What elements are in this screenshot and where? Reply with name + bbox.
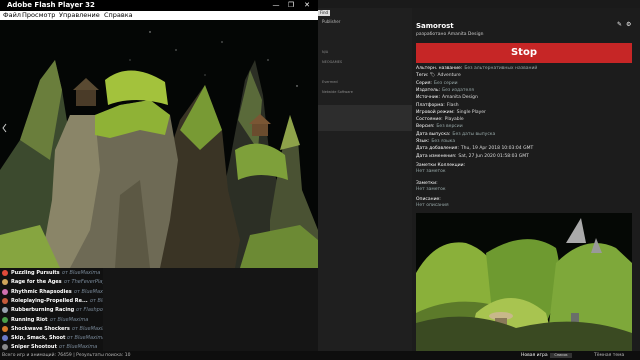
metadata-key: Дата выпуска: [416,131,451,137]
maximize-button[interactable]: ❐ [285,0,297,11]
filter-item-evermed[interactable]: Evermed [322,80,338,84]
metadata-key: Источник: [416,95,440,101]
flash-player-window: Adobe Flash Player 32 — ❐ ✕ Файл Просмот… [0,0,318,268]
game-screenshot-thumbnail[interactable] [416,213,632,351]
metadata-value: Без даты выпуска [452,131,496,137]
filter-heading: Publisher [322,19,341,24]
filter-item-na[interactable]: N/A [322,50,328,54]
metadata-row: Источник: Amanita Design [416,95,478,100]
filter-item-netwide[interactable]: Netwide Software [322,90,353,94]
metadata-row: Дата добавления: Thu, 19 Apr 2018 10:03:0… [416,146,533,151]
details-actions: ✎ ⚙ [617,21,631,28]
game-title: Samorost [416,22,454,30]
flash-window-title: Adobe Flash Player 32 [7,1,95,9]
metadata-key: Платформа: [416,102,445,108]
metadata-row: Издатель: Без издателя [416,88,474,93]
view-mode-select[interactable]: Список [550,353,572,358]
status-bar: Всего игр и анимаций: 76459 | Результаты… [0,351,640,360]
metadata-key: Игровой режим: [416,109,455,115]
game-icon [2,316,8,323]
menu-view[interactable]: Просмотр [22,11,55,20]
game-icon [2,344,8,351]
metadata-row: Состояние: Playable [416,117,464,122]
description-label: Описание: [416,197,441,202]
description-value: Нет описания [416,203,449,208]
tag-value[interactable]: Adventure [437,73,460,78]
game-icon [2,297,8,304]
notes-value: Нет заметок [416,187,446,192]
settings-icon[interactable]: ⚙ [626,21,631,28]
game-list-author: от BlueMaxima [59,344,98,351]
close-button[interactable]: ✕ [301,0,313,11]
game-list-item[interactable]: Sniper Shootout от BlueMaxima [0,342,103,351]
metadata-row: Язык: Без языка [416,139,455,144]
metadata-value: Single Player [456,109,486,115]
collection-notes-value: Нет заметок [416,169,446,174]
filter-item-neogames[interactable]: NEOGAMES [322,60,342,64]
metadata-value: Thu, 19 Apr 2018 10:03:04 GMT [460,146,534,152]
game-icon [2,279,8,286]
metadata-value: Без версии [436,124,463,130]
game-icon [2,325,8,332]
flash-menubar: Файл Просмотр Управление Справка [0,11,318,20]
metadata-row: Игровой режим: Single Player [416,110,486,115]
menu-help[interactable]: Справка [104,11,133,20]
metadata-value: Playable [444,117,464,123]
metadata-key: Дата изменения: [416,153,457,159]
metadata-key: Издатель: [416,87,441,93]
metadata-key: Дата добавления: [416,146,459,152]
game-list-title: Sniper Shootout [11,344,57,351]
game-list[interactable]: Puzzling Pursuits от BlueMaxima Rage for t… [0,268,103,351]
metadata-key: Альтерн. название: [416,66,463,71]
menu-file[interactable]: Файл [3,11,21,20]
filter-search-button[interactable]: Find [318,10,330,16]
filter-column: Publisher N/A NEOGAMES Evermed Netwide S… [318,8,412,351]
metadata-value: Sat, 27 Jun 2020 01:58:03 GMT [458,153,529,159]
filter-highlight [318,105,412,131]
metadata-row: Теги: 🏷 Adventure [416,73,461,78]
metadata-value: Amanita Design [441,95,478,101]
new-game-link[interactable]: Новая игра [521,351,548,360]
metadata-value: Без серии [433,80,458,86]
game-developer: разработано Amanita Design [416,32,484,37]
menu-control[interactable]: Управление [59,11,100,20]
samorost-scene-image[interactable] [0,20,318,268]
metadata-value: Без издателя [442,87,474,93]
flash-titlebar[interactable]: Adobe Flash Player 32 — ❐ ✕ [0,0,318,11]
tag-icon: 🏷 [428,73,436,79]
metadata-key: Версия: [416,124,435,130]
metadata-value: Без альтернативных названий [464,66,538,71]
theme-label: Тёмная тема [594,353,625,358]
notes-label: Заметки: [416,181,438,186]
metadata-row: Серия: Без серии [416,81,458,86]
game-icon [2,288,8,295]
metadata-value: Flash [446,102,459,108]
metadata-row: Платформа: Flash [416,103,459,108]
metadata-row: Альтерн. название: Без альтернативных наз… [416,66,537,71]
collection-notes-label: Заметки Коллекции: [416,163,466,168]
empty-list-area [103,268,318,351]
total-games-count: Всего игр и анимаций: 76459 | Результаты… [2,353,131,358]
flash-game-stage[interactable] [0,20,318,268]
game-icon [2,270,8,276]
metadata-key: Теги: [416,73,429,79]
metadata-key: Состояние: [416,117,443,123]
thumbnail-image [416,213,632,351]
minimize-button[interactable]: — [270,0,282,11]
metadata-row: Дата выпуска: Без даты выпуска [416,132,495,137]
metadata-value: Без языка [431,139,456,144]
game-icon [2,307,8,314]
edit-icon[interactable]: ✎ [617,21,622,28]
metadata-key: Язык: [416,139,430,144]
game-icon [2,335,8,342]
metadata-key: Серия: [416,80,432,86]
metadata-row: Версия: Без версии [416,124,463,129]
metadata-row: Дата изменения: Sat, 27 Jun 2020 01:58:03… [416,154,529,159]
stop-button[interactable]: Stop [416,43,632,63]
